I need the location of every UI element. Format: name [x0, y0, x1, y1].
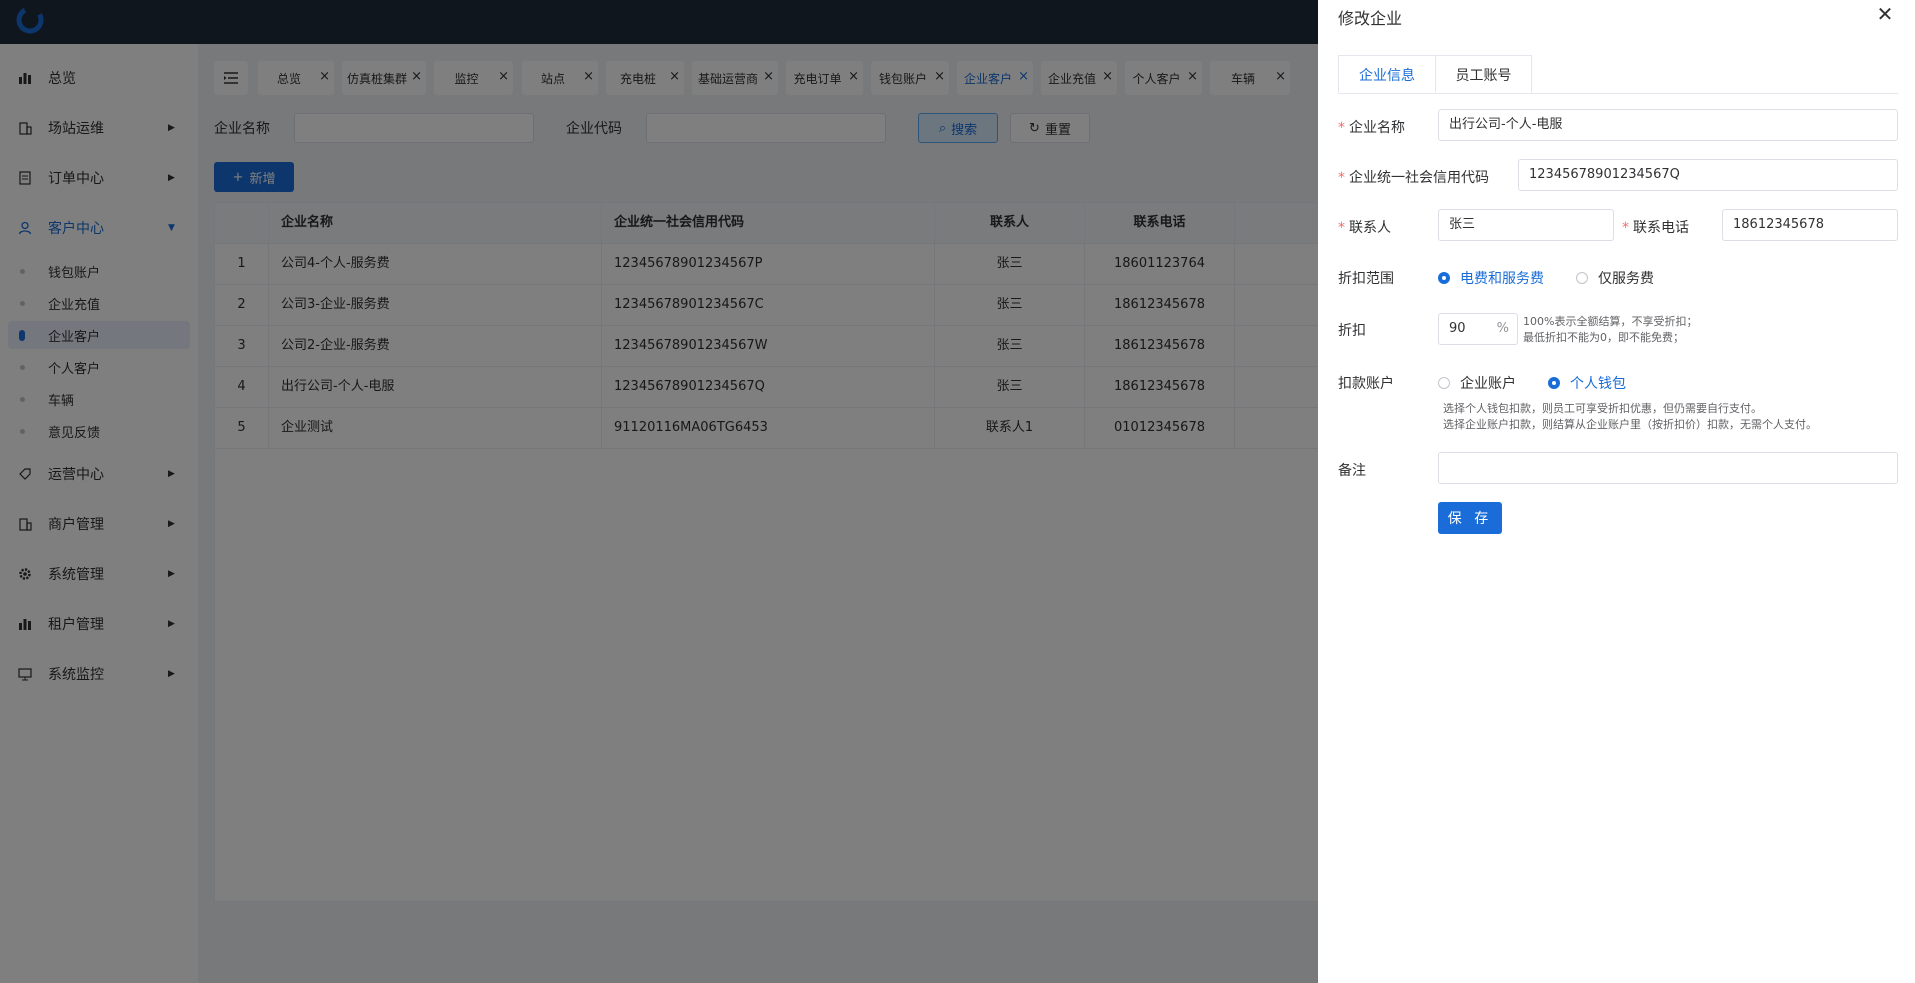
drawer-tabs: 企业信息 员工账号 [1338, 55, 1898, 94]
tab-enterprise-info[interactable]: 企业信息 [1338, 55, 1436, 93]
enterprise-name-input[interactable]: 出行公司-个人-电服 [1438, 109, 1898, 141]
contact-label: * 联系人 [1338, 220, 1391, 236]
scope-radio-electricity-and-service[interactable]: 电费和服务费 [1438, 268, 1544, 288]
radio-checked-icon [1548, 377, 1560, 389]
drawer-title: 修改企业 [1338, 9, 1403, 28]
radio-unchecked-icon [1576, 272, 1588, 284]
credit-code-label: * 企业统一社会信用代码 [1338, 170, 1489, 186]
account-radio-personal-wallet[interactable]: 个人钱包 [1548, 373, 1626, 393]
credit-code-input[interactable]: 12345678901234567Q [1518, 159, 1898, 191]
account-hint-2: 选择企业账户扣款，则结算从企业账户里（按折扣价）扣款，无需个人支付。 [1443, 418, 1817, 431]
discount-hint-1: 100%表示全额结算，不享受折扣； [1523, 315, 1698, 328]
contact-input[interactable]: 张三 [1438, 209, 1614, 241]
close-icon[interactable]: ✕ [1874, 3, 1896, 25]
remark-label: 备注 [1338, 463, 1366, 479]
enterprise-name-label: * 企业名称 [1338, 120, 1405, 136]
remark-input[interactable] [1438, 452, 1898, 484]
phone-label: * 联系电话 [1622, 220, 1689, 236]
discount-scope-label: 折扣范围 [1338, 271, 1394, 287]
phone-input[interactable]: 18612345678 [1722, 209, 1898, 241]
deduct-account-label: 扣款账户 [1338, 376, 1394, 392]
discount-label: 折扣 [1338, 323, 1366, 339]
save-button[interactable]: 保 存 [1438, 502, 1502, 534]
edit-enterprise-drawer: 修改企业 ✕ 企业信息 员工账号 [1318, 0, 1915, 983]
discount-hint-2: 最低折扣不能为0，即不能免费； [1523, 331, 1684, 344]
radio-checked-icon [1438, 272, 1450, 284]
tab-employee-accounts[interactable]: 员工账号 [1436, 55, 1532, 93]
scope-radio-service-only[interactable]: 仅服务费 [1576, 268, 1654, 288]
radio-unchecked-icon [1438, 377, 1450, 389]
modal-overlay[interactable] [0, 0, 1318, 983]
discount-input[interactable]: 90 % [1438, 313, 1518, 345]
account-radio-enterprise[interactable]: 企业账户 [1438, 373, 1516, 393]
account-hint-1: 选择个人钱包扣款，则员工可享受折扣优惠，但仍需要自行支付。 [1443, 402, 1762, 415]
percent-suffix: % [1496, 321, 1509, 336]
